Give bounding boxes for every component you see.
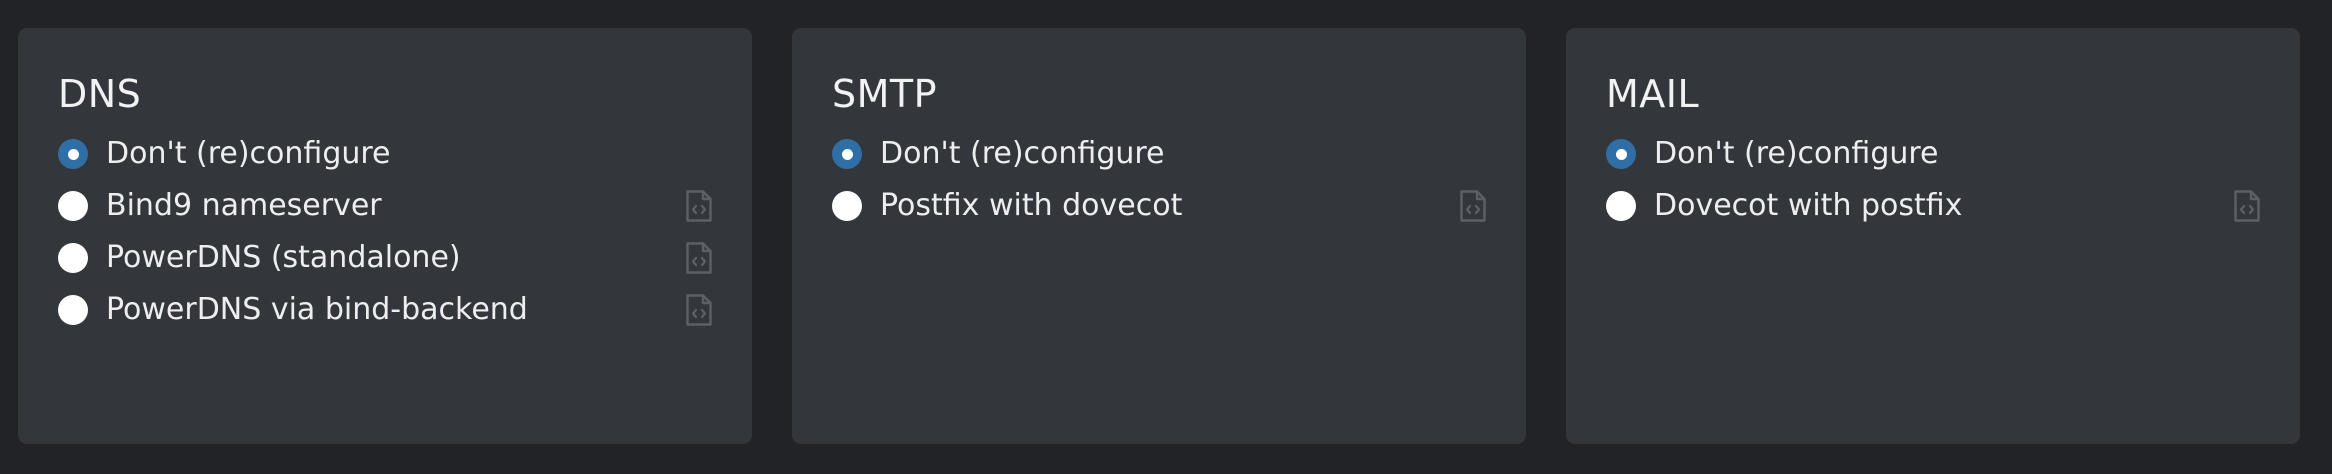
option-label: PowerDNS via bind-backend bbox=[106, 292, 528, 327]
smtp-option-postfix-dovecot[interactable]: Postfix with dovecot bbox=[832, 180, 1487, 232]
radio-button[interactable] bbox=[832, 139, 862, 169]
option-label: Don't (re)configure bbox=[1654, 136, 1939, 171]
dns-option-powerdns-bind-backend[interactable]: PowerDNS via bind-backend bbox=[58, 284, 713, 336]
option-label: Dovecot with postfix bbox=[1654, 188, 1963, 223]
dns-panel: DNS Don't (re)configure Bind9 nameserver… bbox=[18, 28, 752, 444]
radio-button[interactable] bbox=[58, 139, 88, 169]
file-code-icon[interactable] bbox=[1459, 189, 1487, 223]
option-label: PowerDNS (standalone) bbox=[106, 240, 461, 275]
radio-button[interactable] bbox=[58, 295, 88, 325]
radio-button[interactable] bbox=[1606, 139, 1636, 169]
file-code-icon[interactable] bbox=[2233, 189, 2261, 223]
panel-title: SMTP bbox=[832, 72, 938, 116]
radio-button[interactable] bbox=[1606, 191, 1636, 221]
dns-option-bind9[interactable]: Bind9 nameserver bbox=[58, 180, 713, 232]
file-code-icon[interactable] bbox=[685, 189, 713, 223]
panel-title: MAIL bbox=[1606, 72, 1700, 116]
option-label: Postfix with dovecot bbox=[880, 188, 1183, 223]
option-label: Don't (re)configure bbox=[106, 136, 391, 171]
dns-option-dont-reconfigure[interactable]: Don't (re)configure bbox=[58, 128, 713, 180]
mail-panel: MAIL Don't (re)configure Dovecot with po… bbox=[1566, 28, 2300, 444]
file-code-icon[interactable] bbox=[685, 293, 713, 327]
radio-button[interactable] bbox=[58, 191, 88, 221]
panel-title: DNS bbox=[58, 72, 142, 116]
radio-button[interactable] bbox=[832, 191, 862, 221]
option-label: Bind9 nameserver bbox=[106, 188, 382, 223]
service-panels: DNS Don't (re)configure Bind9 nameserver… bbox=[0, 0, 2332, 474]
option-label: Don't (re)configure bbox=[880, 136, 1165, 171]
file-code-icon[interactable] bbox=[685, 241, 713, 275]
mail-option-dont-reconfigure[interactable]: Don't (re)configure bbox=[1606, 128, 2261, 180]
smtp-option-dont-reconfigure[interactable]: Don't (re)configure bbox=[832, 128, 1487, 180]
dns-option-powerdns-standalone[interactable]: PowerDNS (standalone) bbox=[58, 232, 713, 284]
smtp-panel: SMTP Don't (re)configure Postfix with do… bbox=[792, 28, 1526, 444]
mail-option-dovecot-postfix[interactable]: Dovecot with postfix bbox=[1606, 180, 2261, 232]
radio-button[interactable] bbox=[58, 243, 88, 273]
